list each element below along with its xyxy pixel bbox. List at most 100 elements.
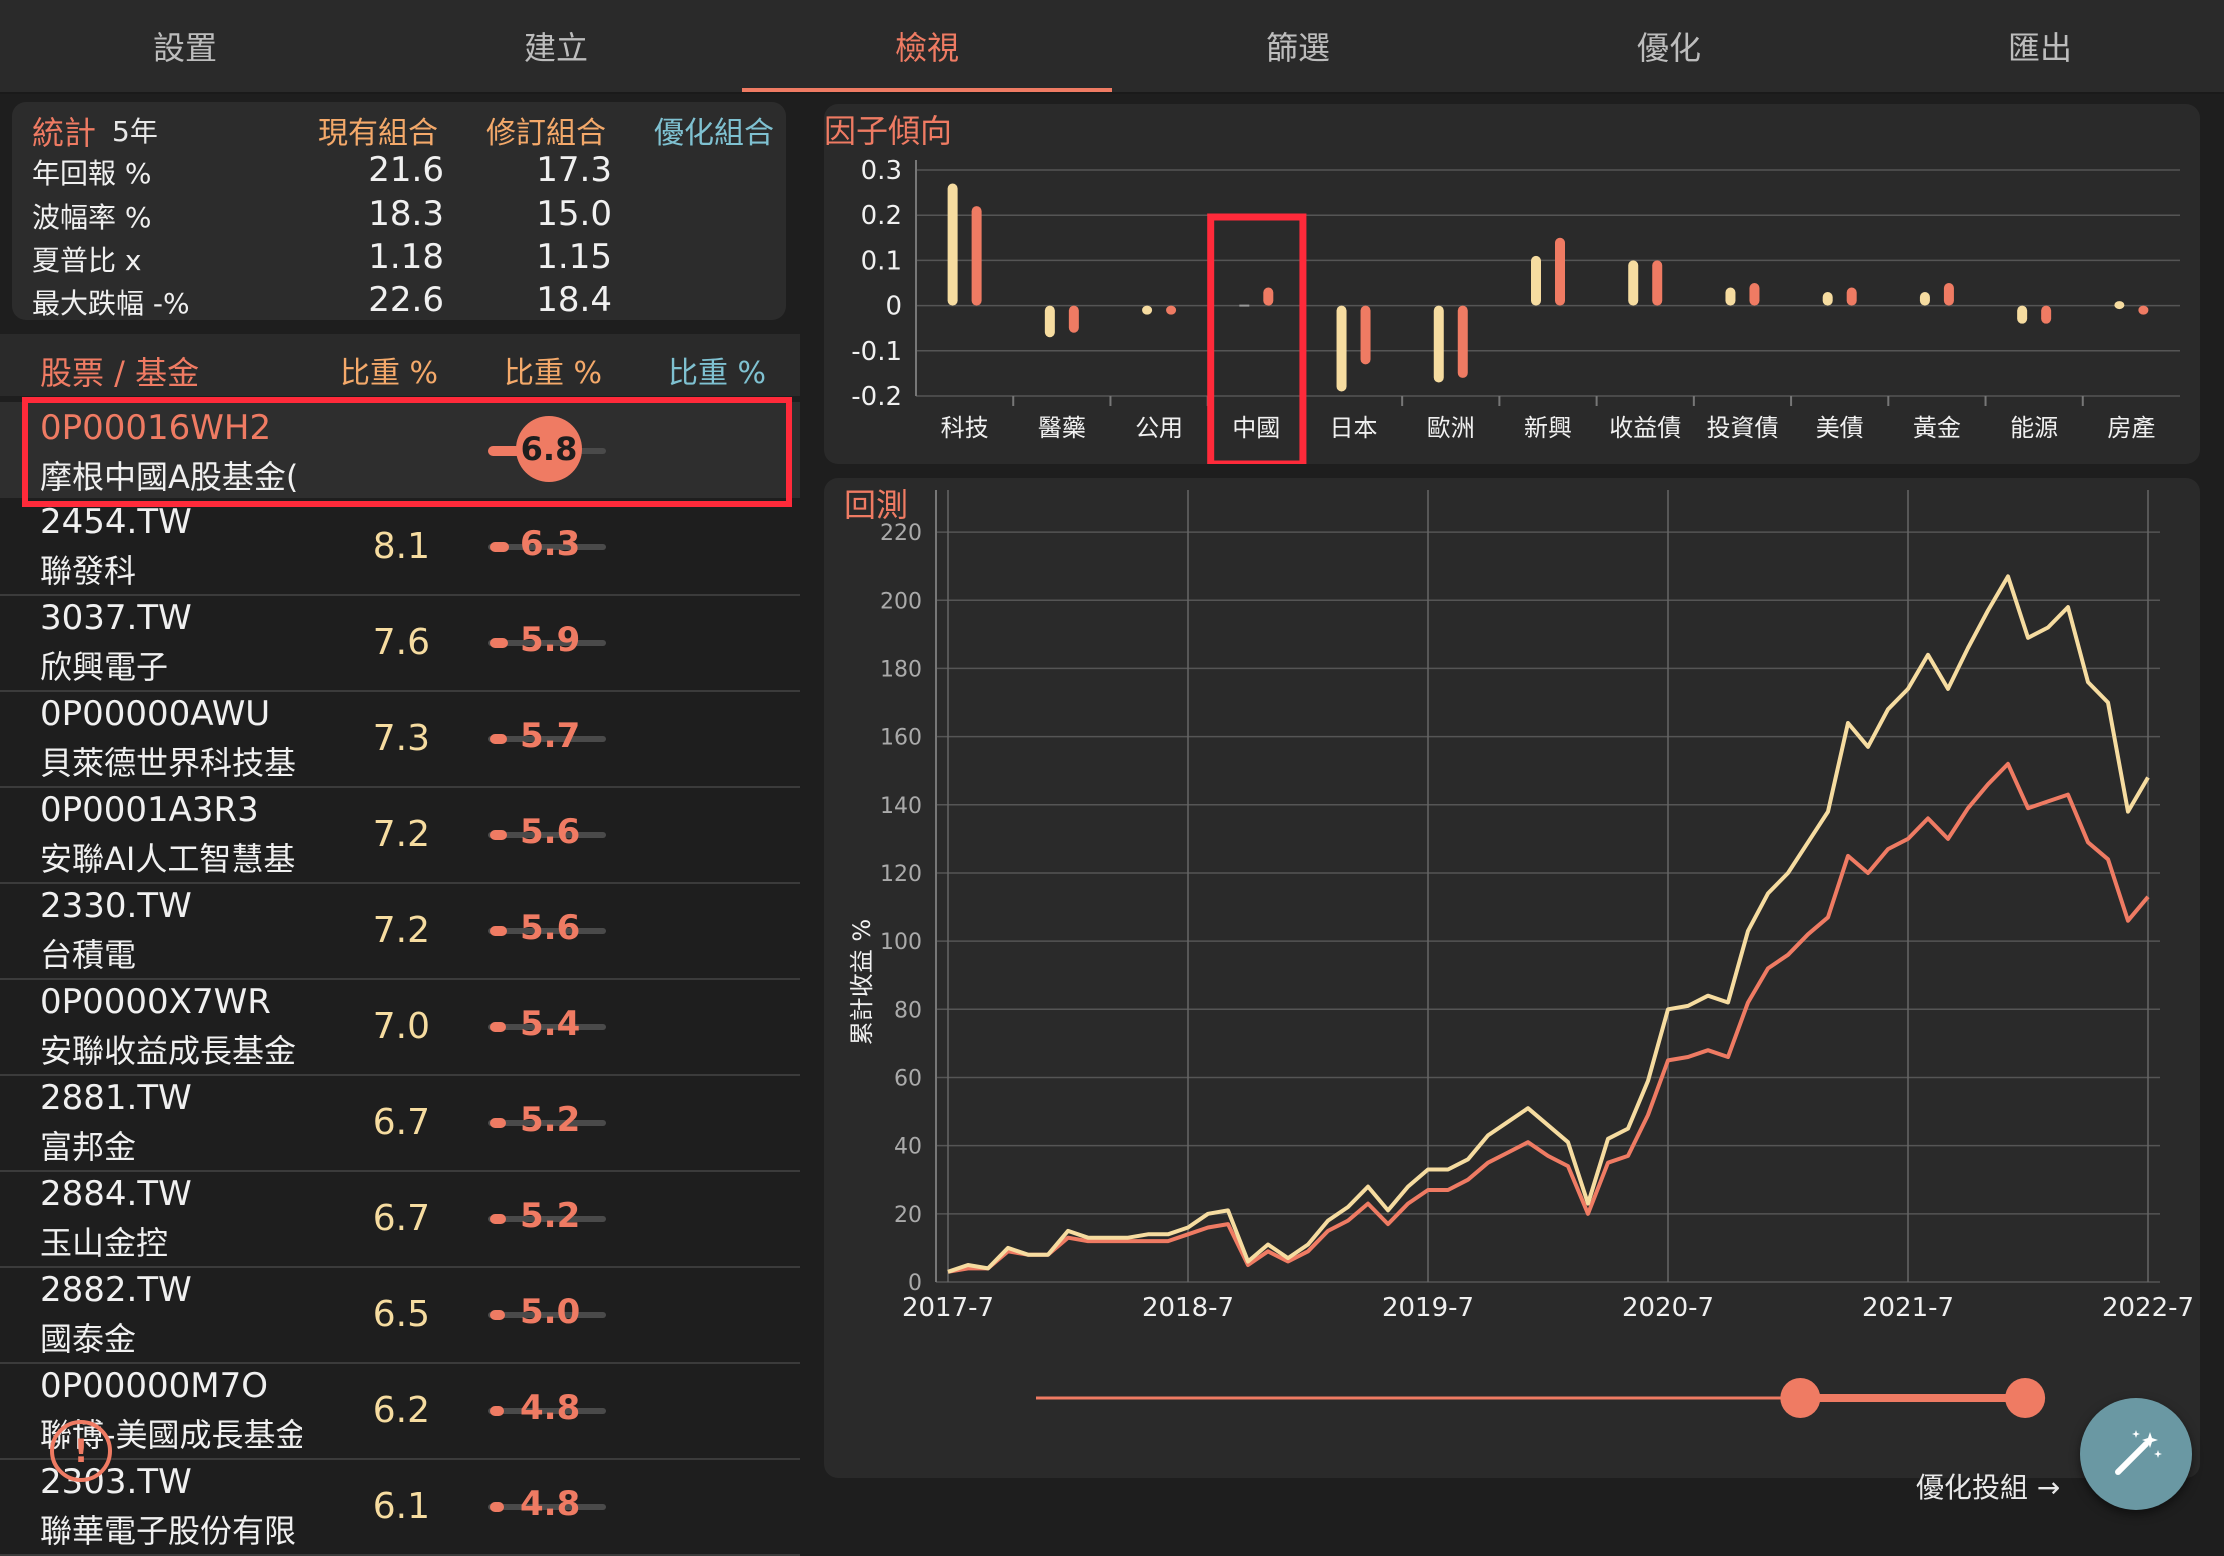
holding-row[interactable]: 2881.TW 富邦金 6.7 5.2	[0, 1074, 800, 1172]
tab-screen[interactable]: 篩選	[1113, 0, 1483, 92]
bt-y-tick: 20	[894, 1203, 922, 1228]
weight-current: 7.6	[372, 622, 430, 663]
weight-current: 7.2	[372, 814, 430, 855]
factor-bar	[2041, 305, 2052, 324]
holding-row[interactable]: 0P0001A3R3 安聯AI人工智慧基 7.2 5.6	[0, 786, 800, 884]
tab-optimize[interactable]: 優化	[1484, 0, 1854, 92]
weight-revised: 5.6	[520, 908, 581, 948]
weight-revised: 5.7	[520, 716, 581, 756]
magic-wand-icon	[2115, 1430, 2162, 1475]
holding-row[interactable]: 0P00000AWU 貝萊德世界科技基 7.3 5.7	[0, 690, 800, 788]
weight-slider-fill[interactable]	[490, 1502, 504, 1512]
factor-bar	[947, 183, 958, 306]
weight-revised: 6.3	[520, 524, 581, 564]
holdings-header: 股票 / 基金 比重 % 比重 % 比重 %	[0, 334, 800, 396]
range-slider-start-handle[interactable]	[1780, 1378, 1821, 1418]
active-tab-indicator	[742, 88, 1112, 92]
holding-row[interactable]: 2303.TW 聯華電子股份有限 6.1 4.8	[0, 1458, 800, 1556]
bt-y-tick: 220	[880, 521, 922, 546]
info-icon[interactable]: !	[50, 1420, 112, 1482]
factor-bar	[1725, 287, 1736, 306]
holding-row[interactable]: 2884.TW 玉山金控 6.7 5.2	[0, 1170, 800, 1268]
bt-x-tick: 2021-7	[1862, 1293, 1954, 1323]
tab-build[interactable]: 建立	[371, 0, 741, 92]
weight-slider-fill[interactable]	[490, 830, 507, 840]
factor-bar	[1044, 305, 1055, 338]
weight-revised: 4.8	[520, 1388, 581, 1428]
holding-code: 2882.TW	[40, 1270, 192, 1310]
weight-revised: 4.8	[520, 1484, 581, 1524]
factor-bar	[971, 206, 982, 306]
bt-line-current	[947, 574, 2150, 1274]
weight-current: 6.5	[372, 1294, 430, 1335]
holding-row[interactable]: 0P00000M7O 聯博-美國成長基金 6.2 4.8	[0, 1362, 800, 1460]
holding-code: 2330.TW	[40, 886, 192, 926]
bt-line-revised	[947, 761, 2150, 1274]
factor-y-tick: 0.2	[861, 201, 902, 231]
stat-current: 1.18	[368, 237, 444, 277]
factor-bar	[1652, 260, 1663, 306]
weight-current: 7.3	[372, 718, 430, 759]
tab-review[interactable]: 檢視	[742, 0, 1112, 92]
optimize-portfolio-link[interactable]: 優化投組 →	[1916, 1466, 2060, 1506]
weight-current: 7.2	[372, 910, 430, 951]
backtest-panel: 回測 0 20 40 60 80 100 120 140 160 180 200 220 2017-7 2…	[824, 478, 2200, 1478]
weight-current: 6.2	[372, 1390, 430, 1431]
weight-slider-fill[interactable]	[490, 1022, 506, 1032]
range-slider-end-handle[interactable]	[2005, 1378, 2046, 1418]
bt-y-tick: 100	[880, 930, 922, 955]
holding-name: 貝萊德世界科技基	[40, 744, 297, 782]
col-current: 現有組合	[318, 116, 438, 151]
factor-bar	[1457, 305, 1468, 378]
holding-row[interactable]: 0P0000X7WR 安聯收益成長基金 7.0 5.4	[0, 978, 800, 1076]
factor-y-tick: 0.3	[861, 156, 902, 186]
factor-bar	[1822, 292, 1833, 306]
factor-bar	[1628, 260, 1639, 306]
weight-slider-fill[interactable]	[490, 734, 507, 744]
holding-code: 0P00000AWU	[40, 694, 271, 734]
factor-x-label: 日本	[1330, 414, 1378, 442]
weight-slider-fill[interactable]	[490, 1310, 505, 1320]
holding-row[interactable]: 3037.TW 欣興電子 7.6 5.9	[0, 594, 800, 692]
weight-slider-fill[interactable]	[490, 926, 507, 936]
col-weight-current: 比重 %	[340, 356, 439, 391]
holding-row[interactable]: 2454.TW 聯發科 8.1 6.3	[0, 498, 800, 596]
weight-slider-fill[interactable]	[490, 638, 508, 648]
bt-x-tick: 2020-7	[1622, 1293, 1714, 1323]
factor-bar	[2017, 305, 2028, 324]
bt-x-tick: 2017-7	[902, 1293, 994, 1323]
factor-chart: 0.3 0.2 0.1 0 -0.1 -0.2 科技 醫藥 公用 中國 日本 歐洲 新興 收益債 投資債 美債…	[851, 156, 2180, 464]
bt-x-tick: 2018-7	[1142, 1293, 1234, 1323]
weight-revised: 5.6	[520, 812, 581, 852]
weight-current: 8.1	[372, 526, 430, 567]
holding-code: 3037.TW	[40, 598, 192, 638]
bt-y-tick: 140	[880, 794, 922, 819]
factor-x-label: 黃金	[1913, 414, 1961, 442]
bt-x-tick: 2019-7	[1382, 1293, 1474, 1323]
tab-setup[interactable]: 設置	[0, 0, 370, 92]
tab-export[interactable]: 匯出	[1855, 0, 2224, 92]
holding-name: 安聯收益成長基金	[40, 1032, 297, 1070]
holding-row[interactable]: 2882.TW 國泰金 6.5 5.0	[0, 1266, 800, 1364]
stat-label: 夏普比 x	[32, 244, 142, 277]
factor-bar	[1943, 283, 1954, 306]
weight-revised: 5.4	[520, 1004, 581, 1044]
stat-revised: 1.15	[536, 237, 612, 277]
bt-y-tick: 60	[894, 1066, 922, 1091]
weight-slider-fill[interactable]	[490, 542, 509, 552]
magic-wand-button[interactable]	[2080, 1398, 2192, 1510]
factor-bar	[1336, 305, 1347, 392]
holding-name: 聯華電子股份有限	[40, 1512, 297, 1550]
stats-title: 統計	[32, 114, 97, 152]
stat-label: 年回報 %	[32, 157, 152, 190]
weight-slider-fill[interactable]	[490, 1406, 504, 1416]
factor-x-label: 中國	[1232, 414, 1280, 442]
weight-slider-fill[interactable]	[490, 1214, 506, 1224]
weight-slider-fill[interactable]	[490, 1118, 506, 1128]
holding-row[interactable]: 2330.TW 台積電 7.2 5.6	[0, 882, 800, 980]
bt-y-tick: 160	[880, 726, 922, 751]
weight-revised: 5.2	[520, 1196, 581, 1236]
col-weight-revised: 比重 %	[504, 356, 603, 391]
holdings-title: 股票 / 基金	[40, 354, 200, 392]
stats-period[interactable]: 5年	[112, 110, 158, 150]
